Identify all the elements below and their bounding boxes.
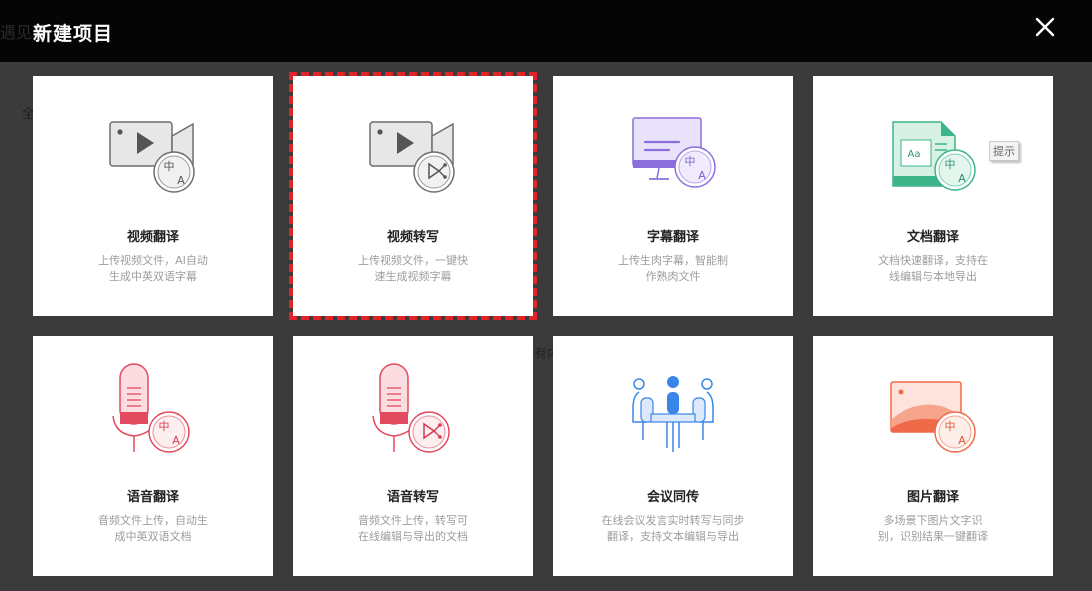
video-transcribe-icon	[363, 112, 463, 196]
card-description: 上传生肉字幕，智能制 作熟肉文件	[618, 254, 728, 283]
card-image-translate[interactable]: 中 A 图片翻译 多场景下图片文字识 别，识别结果一键翻译	[813, 336, 1053, 576]
new-project-page: 全 有内 遇见外 新建项目 中 A 视频翻译 上传视频文件，AI自动 生成中英双…	[0, 0, 1092, 591]
svg-text:A: A	[698, 169, 706, 182]
card-video-translate[interactable]: 中 A 视频翻译 上传视频文件，AI自动 生成中英双语字幕	[33, 76, 273, 316]
card-title: 文档翻译	[906, 230, 959, 245]
svg-text:A: A	[172, 434, 180, 447]
svg-text:中: 中	[159, 420, 170, 433]
card-video-transcribe[interactable]: 视频转写 上传视频文件，一键快 速生成视频字幕	[289, 72, 537, 320]
subtitle-translate-icon: 中 A	[623, 112, 723, 196]
image-translate-icon: 中 A	[883, 372, 983, 456]
svg-text:Aa: Aa	[908, 149, 921, 160]
card-title: 视频翻译	[126, 230, 179, 245]
svg-text:A: A	[958, 434, 966, 447]
card-audio-transcribe[interactable]: 语音转写 音频文件上传，转写可 在线编辑与导出的文档	[293, 336, 533, 576]
card-description: 在线会议发言实时转写与同步 翻译，支持文本编辑与导出	[601, 514, 745, 543]
svg-text:A: A	[958, 172, 966, 185]
hint-tooltip: 提示	[989, 141, 1019, 161]
card-description: 文档快速翻译，支持在 线编辑与本地导出	[878, 254, 988, 283]
close-button[interactable]	[1030, 12, 1060, 42]
card-document-translate[interactable]: Aa 中 A 提示 文档翻译 文档快速翻译，支持在 线编辑与本地导出	[813, 76, 1053, 316]
card-title: 语音翻译	[126, 490, 179, 505]
svg-text:中: 中	[945, 420, 956, 433]
card-description: 音频文件上传，自动生 成中英双语文档	[98, 514, 208, 543]
svg-text:中: 中	[945, 158, 956, 171]
svg-text:A: A	[177, 174, 185, 187]
card-title: 语音转写	[386, 490, 439, 505]
dialog-title: 新建项目	[33, 23, 114, 45]
svg-text:中: 中	[164, 160, 175, 173]
document-translate-icon: Aa 中 A	[883, 112, 983, 196]
audio-translate-icon: 中 A	[103, 363, 203, 456]
card-description: 音频文件上传，转写可 在线编辑与导出的文档	[358, 514, 468, 543]
card-title: 字幕翻译	[646, 230, 699, 245]
card-subtitle-translate[interactable]: 中 A 字幕翻译 上传生肉字幕，智能制 作熟肉文件	[553, 76, 793, 316]
card-title: 会议同传	[646, 490, 699, 505]
card-description: 上传视频文件，AI自动 生成中英双语字幕	[98, 254, 208, 283]
card-description: 多场景下图片文字识 别，识别结果一键翻译	[878, 514, 988, 543]
close-icon	[1035, 17, 1055, 37]
card-audio-translate[interactable]: 中 A 语音翻译 音频文件上传，自动生 成中英双语文档	[33, 336, 273, 576]
card-title: 视频转写	[386, 230, 439, 245]
dialog-header: 遇见外 新建项目	[0, 0, 1092, 62]
video-translate-icon: 中 A	[103, 112, 203, 196]
card-meeting-interpretation[interactable]: 会议同传 在线会议发言实时转写与同步 翻译，支持文本编辑与导出	[553, 336, 793, 576]
svg-text:中: 中	[685, 155, 696, 168]
card-description: 上传视频文件，一键快 速生成视频字幕	[358, 254, 468, 283]
meeting-interpretation-icon	[623, 372, 723, 456]
audio-transcribe-icon	[363, 363, 463, 456]
card-title: 图片翻译	[906, 490, 959, 505]
